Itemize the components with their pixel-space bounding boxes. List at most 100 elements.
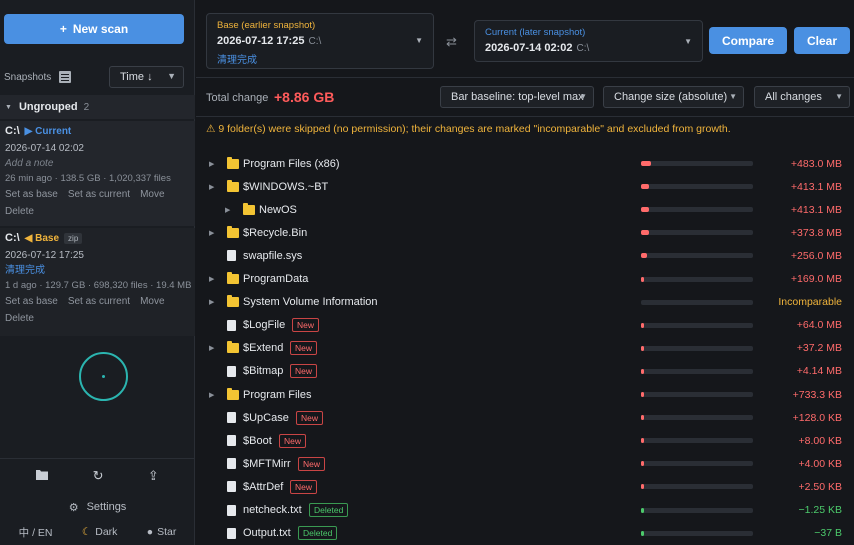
new-badge: New (290, 341, 318, 356)
delete-button[interactable]: Delete (5, 203, 195, 220)
snapshot-list-icon[interactable] (59, 71, 72, 83)
row-name: netcheck.txt (243, 504, 302, 516)
tree-row[interactable]: ▶ NewOS +413.1 MB (196, 198, 854, 221)
chevron-down-icon: ▼ (835, 92, 843, 101)
move-button[interactable]: Move (140, 296, 164, 307)
expand-arrow-icon[interactable]: ▶ (209, 275, 214, 283)
expand-arrow-icon[interactable]: ▶ (225, 206, 230, 214)
sort-select[interactable]: Time ↓ ▼ (109, 66, 184, 88)
refresh-icon[interactable]: ↻ (93, 468, 104, 488)
change-value: +733.3 KB (792, 388, 842, 401)
snapshot-note[interactable]: 清理完成 (5, 263, 195, 278)
tree-row[interactable]: Output.txt Deleted −37 B (196, 522, 854, 545)
file-icon (227, 481, 236, 493)
change-value: +4.14 MB (796, 365, 842, 378)
tree-row[interactable]: $Bitmap New +4.14 MB (196, 360, 854, 383)
file-icon (227, 412, 236, 424)
clear-button[interactable]: Clear (794, 27, 850, 54)
set-as-base-button[interactable]: Set as base (5, 296, 58, 307)
tree-row[interactable]: ▶ $Extend New +37.2 MB (196, 337, 854, 360)
settings-button[interactable]: ⚙ Settings (0, 499, 195, 515)
expand-arrow-icon[interactable]: ▶ (209, 344, 214, 352)
file-icon (227, 319, 236, 331)
folder-icon[interactable] (36, 468, 49, 488)
change-bar-fill (641, 368, 644, 374)
snapshot-date: 2026-07-12 17:25 (5, 250, 84, 261)
row-name: NewOS (259, 203, 297, 216)
loading-spinner-icon (79, 352, 128, 401)
expand-arrow-icon[interactable]: ▶ (209, 183, 214, 191)
divider (0, 458, 195, 459)
compare-button[interactable]: Compare (709, 27, 787, 54)
tree-row[interactable]: $Boot New +8.00 KB (196, 429, 854, 452)
star-link[interactable]: ● Star (147, 526, 177, 538)
set-as-current-button[interactable]: Set as current (68, 296, 130, 307)
change-filter-select[interactable]: All changes ▼ (754, 86, 850, 108)
chevron-down-icon: ▼ (415, 36, 423, 45)
file-icon (227, 435, 236, 447)
tree-row[interactable]: ▶ System Volume Information Incomparable (196, 291, 854, 314)
file-icon (227, 250, 236, 262)
new-badge: New (279, 433, 307, 448)
change-value: +4.00 KB (798, 457, 843, 470)
plus-icon: + (59, 22, 67, 36)
move-button[interactable]: Move (140, 189, 164, 200)
set-as-base-button[interactable]: Set as base (5, 189, 58, 200)
expand-arrow-icon[interactable]: ▶ (209, 160, 214, 168)
row-name: $Recycle.Bin (243, 226, 308, 239)
tree-row[interactable]: ▶ ProgramData +169.0 MB (196, 268, 854, 291)
change-bar-track (641, 461, 753, 467)
tree-row[interactable]: netcheck.txt Deleted −1.25 KB (196, 499, 854, 522)
bar-baseline-select[interactable]: Bar baseline: top-level max ▼ (440, 86, 594, 108)
current-value: 2026-07-14 02:02 C:\ (485, 42, 692, 54)
swap-icon[interactable]: ⇄ (446, 34, 457, 50)
row-name: Output.txt (243, 527, 291, 540)
current-snapshot-select[interactable]: Current (later snapshot) 2026-07-14 02:0… (474, 20, 703, 62)
change-bar-fill (641, 415, 644, 421)
add-note-link[interactable]: Add a note (5, 156, 195, 171)
tree-row[interactable]: swapfile.sys +256.0 MB (196, 244, 854, 267)
change-value: −37 B (814, 527, 842, 540)
tree-row[interactable]: ▶ $Recycle.Bin +373.8 MB (196, 221, 854, 244)
set-as-current-button[interactable]: Set as current (68, 189, 130, 200)
tree-row[interactable]: ▶ Program Files (x86) +483.0 MB (196, 152, 854, 175)
row-name: Program Files (243, 388, 312, 401)
tree-row[interactable]: $UpCase New +128.0 KB (196, 406, 854, 429)
upload-icon[interactable]: ⇪ (148, 468, 159, 488)
tree-row[interactable]: ▶ Program Files +733.3 KB (196, 383, 854, 406)
base-label: Base (earlier snapshot) (217, 20, 316, 31)
change-value: +128.0 KB (792, 411, 842, 424)
snapshot-card-current[interactable]: C:\ ▶ Current 2026-07-14 02:02 Add a not… (0, 121, 195, 226)
tree-row[interactable]: $AttrDef New +2.50 KB (196, 475, 854, 498)
tree-row[interactable]: $MFTMirr New +4.00 KB (196, 452, 854, 475)
change-bar-track (641, 507, 753, 513)
chevron-down-icon: ▼ (167, 71, 176, 81)
expand-arrow-icon[interactable]: ▶ (209, 229, 214, 237)
collapse-triangle-icon: ▼ (5, 103, 12, 111)
new-scan-button[interactable]: + New scan (4, 14, 184, 44)
change-value: +2.50 KB (798, 480, 843, 493)
language-toggle[interactable]: 中 / EN (19, 525, 53, 540)
snapshot-meta: 1 d ago · 129.7 GB · 698,320 files · 19.… (5, 280, 192, 291)
snapshots-label: Snapshots (4, 71, 52, 83)
change-bar-track (641, 207, 753, 213)
folder-icon (227, 341, 239, 354)
base-snapshot-select[interactable]: Base (earlier snapshot) 2026-07-12 17:25… (206, 13, 434, 69)
tree-row[interactable]: ▶ $WINDOWS.~BT +413.1 MB (196, 175, 854, 198)
expand-arrow-icon[interactable]: ▶ (209, 391, 214, 399)
change-bar-fill (641, 230, 649, 236)
delete-button[interactable]: Delete (5, 310, 195, 327)
folder-icon (227, 225, 239, 238)
github-icon: ● (146, 526, 154, 538)
card-actions: Set as base Set as current Move (5, 293, 195, 310)
snapshot-card-base[interactable]: C:\ ◀ Base zip 2026-07-12 17:25 清理完成 1 d… (0, 228, 195, 336)
change-value: Incomparable (778, 296, 842, 309)
expand-arrow-icon[interactable]: ▶ (209, 298, 214, 306)
theme-toggle[interactable]: ☾ Dark (82, 526, 118, 538)
tree-row[interactable]: $LogFile New +64.0 MB (196, 314, 854, 337)
folder-icon (227, 295, 239, 308)
change-value: −1.25 KB (798, 504, 843, 516)
sort-mode-select[interactable]: Change size (absolute) ▼ (603, 86, 744, 108)
change-bar-track (641, 230, 753, 236)
group-header-ungrouped[interactable]: ▼ Ungrouped 2 (0, 95, 195, 119)
